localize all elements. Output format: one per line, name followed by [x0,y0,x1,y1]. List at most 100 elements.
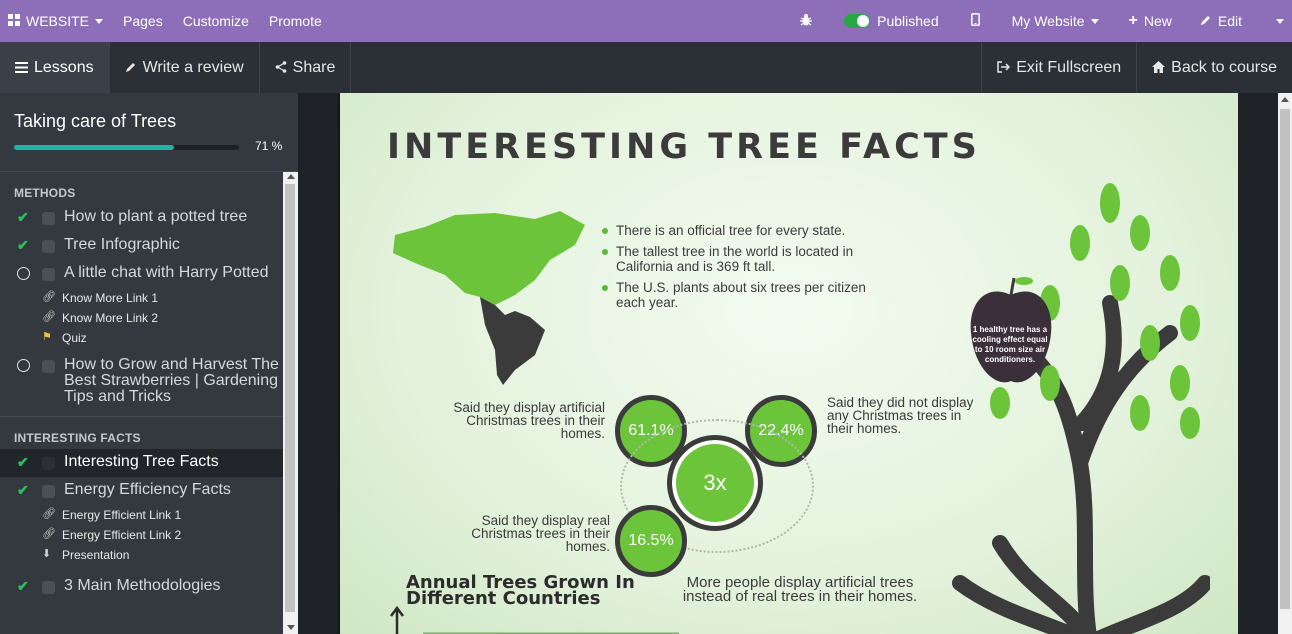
lesson-link-label: Energy Efficient Link 2 [62,528,182,542]
link-icon: 🔗︎ [42,528,56,540]
image-icon [42,457,55,470]
publish-label: Published [877,13,939,29]
website-menu[interactable]: WEBSITE [0,0,113,42]
bug-icon [800,13,813,29]
scroll-down-arrow-icon[interactable] [287,625,295,630]
mobile-icon [970,13,980,29]
sidebar-scrollbar[interactable] [283,172,298,634]
link-icon: 🔗︎ [42,291,56,303]
new-button[interactable]: + New [1119,0,1190,42]
lesson-item[interactable]: A little chat with Harry Potted [0,260,283,288]
publish-switch[interactable] [844,14,871,28]
stat-none-text: Said they did not display any Christmas … [827,395,974,436]
video-icon [42,212,55,225]
lesson-label: How to Grow and Harvest The Best Strawbe… [64,356,279,405]
lesson-link[interactable]: 🔗︎ Know More Link 1 [0,288,283,308]
tab-lessons-label: Lessons [34,58,94,76]
write-review-label: Write a review [142,58,244,76]
lesson-label: A little chat with Harry Potted [64,264,269,281]
exit-fullscreen-button[interactable]: Exit Fullscreen [981,42,1136,93]
lesson-item[interactable]: ✔ Tree Infographic [0,232,283,260]
write-review-button[interactable]: Write a review [110,42,260,93]
back-to-course-label: Back to course [1171,58,1277,76]
back-to-course-button[interactable]: Back to course [1136,42,1292,93]
plus-icon: + [1128,12,1138,29]
document-icon [42,268,55,281]
course-progress-bar [14,145,239,150]
fact-item: There is an official tree for every stat… [602,223,886,238]
lesson-label: 3 Main Methodologies [64,577,221,594]
lesson-link-label: Energy Efficient Link 1 [62,508,182,522]
lesson-link[interactable]: 🔗︎ Energy Efficient Link 1 [0,505,283,525]
download-icon: ⬇ [42,548,52,560]
facts-list: There is an official tree for every stat… [602,223,886,316]
apple-fact-text: 1 healthy tree has a cooling effect equa… [972,325,1048,364]
stat-artificial-text: Said they display artificial Christmas t… [453,400,605,441]
annual-trees-heading: Annual Trees Grown In Different Countrie… [406,572,635,609]
edit-dropdown-toggle[interactable] [1270,0,1292,42]
publish-toggle[interactable]: Published [832,0,949,42]
circle-icon [17,359,30,372]
tree-illustration [952,183,1210,634]
share-label: Share [292,58,336,76]
stat-real-text: Said they display real Christmas trees i… [471,513,610,554]
fact-item: The tallest tree in the world is located… [602,244,886,274]
top-admin-bar: WEBSITE Pages Customize Promote Publishe… [0,0,1292,42]
content-scrollbar[interactable] [1278,93,1292,634]
lesson-quiz[interactable]: ⚑ Quiz [0,328,283,348]
stat-center-circle: 3x [667,435,763,531]
website-menu-label: WEBSITE [26,13,90,29]
link-icon: 🔗︎ [42,508,56,520]
lesson-link[interactable]: 🔗︎ Energy Efficient Link 2 [0,525,283,545]
course-title: Taking care of Trees [14,111,177,131]
lesson-label: Interesting Tree Facts [64,453,219,470]
my-website-menu[interactable]: My Website [1002,0,1119,42]
share-icon [275,60,287,76]
infographic-title: INTERESTING TREE FACTS [387,127,981,167]
lesson-item-active[interactable]: ✔ Interesting Tree Facts [0,449,283,477]
section-title: METHODS [14,186,76,200]
pages-menu[interactable]: Pages [113,0,173,42]
scroll-up-arrow-icon[interactable] [1281,97,1289,102]
fact-item: The U.S. plants about six trees per citi… [602,280,886,310]
my-website-label: My Website [1011,13,1085,29]
lesson-link[interactable]: 🔗︎ Know More Link 2 [0,308,283,328]
sign-out-icon [997,60,1011,76]
customize-menu[interactable]: Customize [173,0,259,42]
bars-icon [15,60,28,76]
pencil-icon [125,60,137,76]
stat-real-circle: 16.5% [615,505,687,577]
annual-chart-axes [390,605,679,634]
exit-fullscreen-label: Exit Fullscreen [1016,58,1122,76]
pencil-icon [1200,14,1212,29]
check-icon: ✔ [17,209,29,225]
promote-menu[interactable]: Promote [259,0,332,42]
edit-label: Edit [1217,13,1242,29]
lesson-item[interactable]: ✔ 3 Main Methodologies [0,573,283,601]
stat-center-value: 3x [703,470,727,495]
edit-button[interactable]: Edit [1190,0,1270,42]
course-header: Taking care of Trees 71 % [0,93,298,172]
mobile-preview-button[interactable] [949,0,1002,42]
section-title: INTERESTING FACTS [14,431,141,445]
scroll-up-arrow-icon[interactable] [287,174,295,179]
flag-icon: ⚑ [42,331,52,343]
lesson-item[interactable]: ✔ How to plant a potted tree [0,204,283,232]
tree-facts-infographic: INTERESTING TREE FACTS There is an offic… [338,93,1238,634]
debug-button[interactable] [790,0,832,42]
lesson-download-label: Presentation [62,548,130,562]
scrollbar-thumb[interactable] [285,184,295,612]
lesson-label: How to plant a potted tree [64,208,248,225]
scrollbar-thumb[interactable] [1280,109,1290,609]
americas-map-illustration [393,211,585,385]
chevron-down-icon [1276,18,1284,24]
home-icon [1152,60,1166,76]
check-icon: ✔ [17,578,29,594]
lesson-download[interactable]: ⬇ Presentation [0,545,283,565]
tab-lessons[interactable]: Lessons [0,42,110,93]
lesson-item[interactable]: ✔ Energy Efficiency Facts [0,477,283,505]
circle-icon [17,267,30,280]
share-button[interactable]: Share [260,42,352,93]
lesson-item[interactable]: How to Grow and Harvest The Best Strawbe… [0,352,283,408]
apps-grid-icon [8,13,20,29]
